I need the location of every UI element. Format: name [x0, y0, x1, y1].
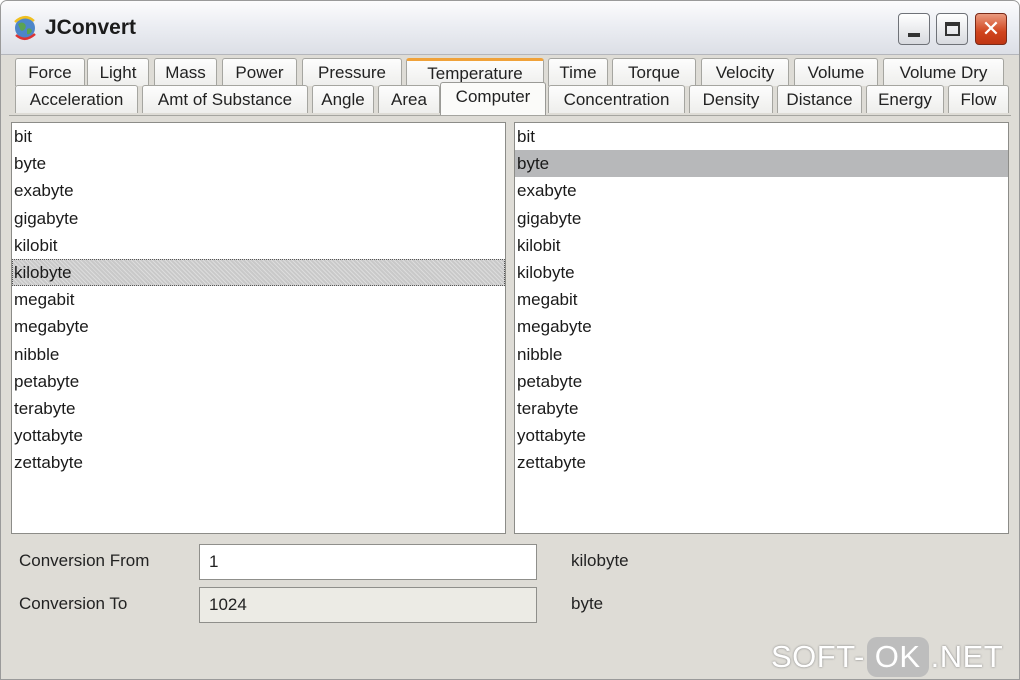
- watermark-ok: OK: [866, 637, 929, 677]
- list-item[interactable]: nibble: [12, 341, 505, 368]
- tab-energy[interactable]: Energy: [866, 85, 944, 113]
- maximize-button[interactable]: [936, 13, 968, 45]
- title-bar[interactable]: JConvert ✕: [1, 1, 1019, 55]
- tab-flow[interactable]: Flow: [948, 85, 1009, 113]
- tab-volume-dry[interactable]: Volume Dry: [883, 58, 1004, 86]
- list-item[interactable]: bit: [12, 123, 505, 150]
- list-item[interactable]: terabyte: [515, 395, 1008, 422]
- list-item[interactable]: kilobit: [12, 232, 505, 259]
- tab-force[interactable]: Force: [15, 58, 85, 86]
- list-item[interactable]: kilobyte: [12, 258, 505, 287]
- list-item[interactable]: exabyte: [515, 177, 1008, 204]
- close-icon: ✕: [981, 16, 1001, 41]
- tab-density[interactable]: Density: [689, 85, 773, 113]
- watermark-right: .NET: [930, 639, 1004, 674]
- list-item[interactable]: petabyte: [12, 368, 505, 395]
- tab-row-bottom: Acceleration Amt of Substance Angle Area Com…: [1, 82, 1019, 115]
- list-item[interactable]: megabit: [515, 286, 1008, 313]
- conversion-to-output: 1024: [199, 587, 537, 623]
- maximize-icon: [944, 22, 960, 36]
- list-item[interactable]: petabyte: [515, 368, 1008, 395]
- list-item[interactable]: kilobit: [515, 232, 1008, 259]
- list-item[interactable]: nibble: [515, 341, 1008, 368]
- conversion-to-label: Conversion To: [19, 594, 128, 613]
- tab-velocity[interactable]: Velocity: [701, 58, 789, 86]
- minimize-icon: [908, 33, 920, 37]
- minimize-button[interactable]: [898, 13, 930, 45]
- list-item[interactable]: kilobyte: [515, 259, 1008, 286]
- list-item[interactable]: exabyte: [12, 177, 505, 204]
- tab-amt-of-substance[interactable]: Amt of Substance: [142, 85, 308, 113]
- list-item[interactable]: gigabyte: [515, 205, 1008, 232]
- tab-concentration[interactable]: Concentration: [548, 85, 685, 113]
- tab-light[interactable]: Light: [87, 58, 149, 86]
- tab-area[interactable]: Area: [378, 85, 440, 113]
- from-unit-list[interactable]: bit byte exabyte gigabyte kilobit kilobyte meg…: [11, 122, 506, 534]
- list-item[interactable]: megabyte: [12, 313, 505, 340]
- list-item[interactable]: bit: [515, 123, 1008, 150]
- watermark-left: SOFT-: [771, 639, 865, 674]
- close-button[interactable]: ✕: [975, 13, 1007, 45]
- watermark: SOFT- OK .NET: [771, 637, 1003, 677]
- tab-torque[interactable]: Torque: [612, 58, 696, 86]
- tab-panel-border: [9, 115, 1011, 116]
- conversion-from-input[interactable]: 1: [199, 544, 537, 580]
- app-globe-icon: [14, 16, 36, 40]
- window-title: JConvert: [45, 16, 137, 39]
- list-item[interactable]: yottabyte: [12, 422, 505, 449]
- list-item[interactable]: zettabyte: [12, 449, 505, 476]
- list-item[interactable]: yottabyte: [515, 422, 1008, 449]
- list-item[interactable]: gigabyte: [12, 205, 505, 232]
- tab-angle[interactable]: Angle: [312, 85, 374, 113]
- list-item[interactable]: megabyte: [515, 313, 1008, 340]
- conversion-to-unit: byte: [571, 594, 604, 613]
- tab-pressure[interactable]: Pressure: [302, 58, 402, 86]
- tab-distance[interactable]: Distance: [777, 85, 862, 113]
- to-unit-list[interactable]: bit byte exabyte gigabyte kilobit kilobyte meg…: [514, 122, 1009, 534]
- list-item[interactable]: zettabyte: [515, 449, 1008, 476]
- list-item[interactable]: megabit: [12, 286, 505, 313]
- tab-computer[interactable]: Computer: [440, 82, 546, 115]
- list-item[interactable]: byte: [515, 150, 1008, 178]
- list-item[interactable]: byte: [12, 150, 505, 177]
- tab-power[interactable]: Power: [222, 58, 297, 86]
- list-item[interactable]: terabyte: [12, 395, 505, 422]
- conversion-from-unit: kilobyte: [571, 551, 629, 570]
- app-window: JConvert ✕ Force Light Mass Power Pressure Te…: [0, 0, 1020, 680]
- tab-time[interactable]: Time: [548, 58, 608, 86]
- conversion-from-label: Conversion From: [19, 551, 150, 570]
- tab-mass[interactable]: Mass: [154, 58, 217, 86]
- tab-acceleration[interactable]: Acceleration: [15, 85, 138, 113]
- tab-volume[interactable]: Volume: [794, 58, 878, 86]
